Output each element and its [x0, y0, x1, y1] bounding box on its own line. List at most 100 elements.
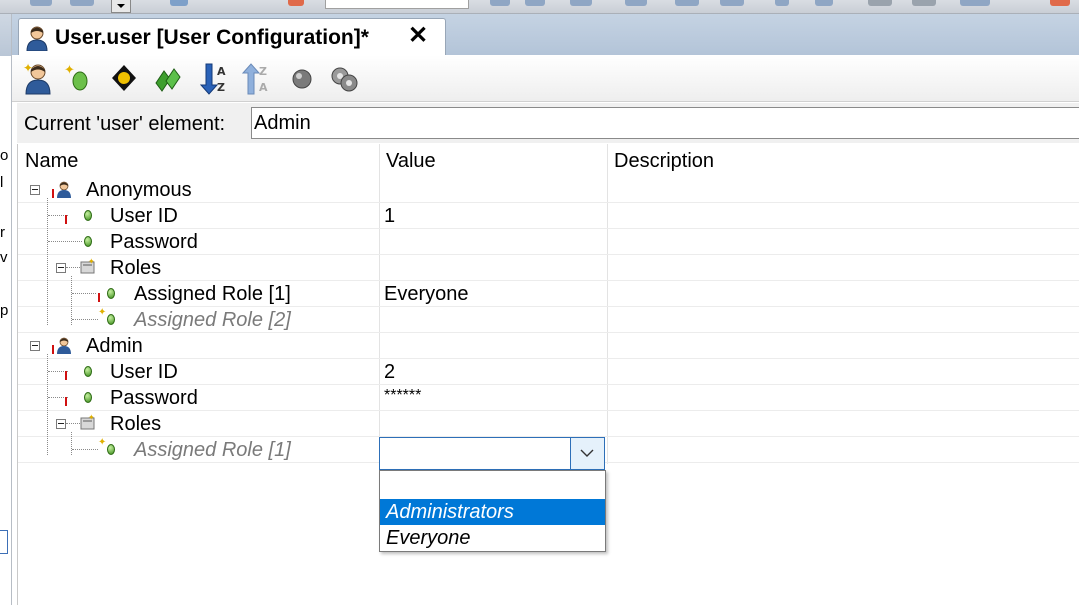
cards-icon[interactable]: [152, 61, 184, 95]
collapse-toggle[interactable]: [30, 341, 40, 351]
navigate-icon[interactable]: [108, 61, 140, 95]
toolbar-icon[interactable]: [675, 0, 699, 6]
leaf-icon: [107, 444, 115, 455]
svg-text:✦: ✦: [64, 63, 75, 78]
left-panel-text: r: [0, 224, 5, 241]
new-element-icon: ✦: [98, 307, 107, 318]
tree-node-label[interactable]: Assigned Role [2]: [134, 307, 291, 333]
column-header-value[interactable]: Value: [379, 144, 607, 176]
left-panel-header: [0, 14, 11, 56]
toolbar-icon[interactable]: [775, 0, 789, 6]
required-marker-icon: [65, 371, 67, 380]
column-separator: [379, 144, 380, 464]
collapse-toggle[interactable]: [30, 185, 40, 195]
column-separator: [607, 144, 608, 464]
current-element-field[interactable]: [251, 107, 1079, 139]
gears-icon[interactable]: [328, 61, 360, 95]
left-panel-text: p: [0, 302, 9, 319]
tree-connector: [71, 276, 72, 325]
dropdown-option[interactable]: Administrators: [380, 499, 605, 525]
leaf-icon: [107, 288, 115, 299]
toolbar-icon[interactable]: [1050, 0, 1070, 6]
editor-tab-title: User.user [User Configuration]*: [55, 26, 369, 49]
toolbar-icon[interactable]: [960, 0, 990, 6]
toolbar-icon[interactable]: [625, 0, 647, 6]
user-icon: [57, 181, 71, 198]
cell-value[interactable]: 2: [384, 359, 395, 385]
left-panel-text: o: [0, 147, 9, 164]
editor-tab[interactable]: User.user [User Configuration]* ✕: [18, 18, 446, 56]
tree-connector: [66, 267, 80, 268]
tree-connector: [72, 449, 98, 450]
cell-value[interactable]: ******: [384, 383, 421, 409]
tree-node-label[interactable]: Roles: [110, 255, 161, 281]
required-marker-icon: [52, 345, 54, 354]
role-select[interactable]: [379, 437, 605, 470]
current-element-label: Current 'user' element:: [24, 113, 226, 135]
editor-tab-bar: User.user [User Configuration]* ✕: [12, 14, 1079, 56]
collapse-toggle[interactable]: [56, 263, 66, 273]
tree-node-label[interactable]: Admin: [86, 333, 143, 359]
left-panel-text: v: [0, 249, 8, 266]
sort-ascending-icon[interactable]: A Z: [198, 61, 230, 95]
add-element-icon[interactable]: ✦: [62, 61, 94, 95]
chevron-down-icon[interactable]: [570, 438, 604, 469]
close-icon[interactable]: ✕: [407, 24, 429, 48]
tree-node-label[interactable]: User ID: [110, 359, 178, 385]
dropdown-option[interactable]: [380, 472, 605, 498]
toolbar-icon[interactable]: [570, 0, 592, 6]
toolbar-icon[interactable]: [490, 0, 510, 6]
sphere-icon[interactable]: [286, 61, 318, 95]
tree-node-label[interactable]: Password: [110, 385, 198, 411]
tree-node-label[interactable]: Assigned Role [1]: [134, 281, 291, 307]
left-side-panel: o l r v p: [0, 14, 12, 605]
toolbar-icon[interactable]: [288, 0, 304, 6]
svg-text:✦: ✦: [88, 258, 95, 266]
roles-folder-icon: ✦: [80, 258, 95, 274]
toolbar-icon[interactable]: [525, 0, 545, 6]
cell-value[interactable]: 1: [384, 203, 395, 229]
leaf-icon: [84, 236, 92, 247]
svg-text:✦: ✦: [88, 414, 95, 422]
tree-connector: [66, 423, 80, 424]
collapse-toggle[interactable]: [56, 419, 66, 429]
toolbar-icon[interactable]: [912, 0, 936, 6]
leaf-icon: [84, 392, 92, 403]
cell-value[interactable]: Everyone: [384, 281, 469, 307]
tree-connector: [47, 198, 48, 325]
tree-connector: [48, 241, 82, 242]
tree-node-label[interactable]: Roles: [110, 411, 161, 437]
dropdown-option[interactable]: Everyone: [380, 525, 605, 551]
tree-node-label[interactable]: Password: [110, 229, 198, 255]
chevron-down-icon[interactable]: [111, 0, 131, 13]
left-panel-field[interactable]: [0, 530, 8, 554]
svg-text:A: A: [217, 65, 226, 78]
required-marker-icon: [65, 215, 67, 224]
sort-descending-icon[interactable]: Z A: [240, 61, 272, 95]
user-icon: [57, 337, 71, 354]
toolbar-icon[interactable]: [170, 0, 188, 6]
column-header-description[interactable]: Description: [607, 144, 1079, 176]
toolbar-icon[interactable]: [70, 0, 94, 6]
host-toolbar-strip: [0, 0, 1079, 14]
leaf-icon: [84, 210, 92, 221]
tree-node-label[interactable]: Assigned Role [1]: [134, 437, 291, 463]
role-dropdown-list: Administrators Everyone: [379, 470, 606, 552]
toolbar-icon[interactable]: [868, 0, 892, 6]
toolbar-search-field[interactable]: [325, 0, 469, 9]
toolbar-icon[interactable]: [815, 0, 833, 6]
editor-toolbar: ✦ ✦ A Z Z A: [12, 55, 1079, 102]
svg-text:Z: Z: [217, 81, 225, 94]
new-element-icon: ✦: [98, 437, 107, 448]
tree-connector: [71, 432, 72, 455]
svg-text:A: A: [259, 81, 268, 94]
svg-text:✦: ✦: [23, 61, 33, 75]
toolbar-icon[interactable]: [720, 0, 744, 6]
tree-node-label[interactable]: User ID: [110, 203, 178, 229]
tree-connector: [47, 354, 48, 455]
svg-text:Z: Z: [259, 65, 267, 78]
add-user-icon[interactable]: ✦: [22, 61, 54, 95]
column-header-name[interactable]: Name: [18, 144, 379, 176]
tree-node-label[interactable]: Anonymous: [86, 177, 192, 203]
toolbar-icon[interactable]: [30, 0, 52, 6]
